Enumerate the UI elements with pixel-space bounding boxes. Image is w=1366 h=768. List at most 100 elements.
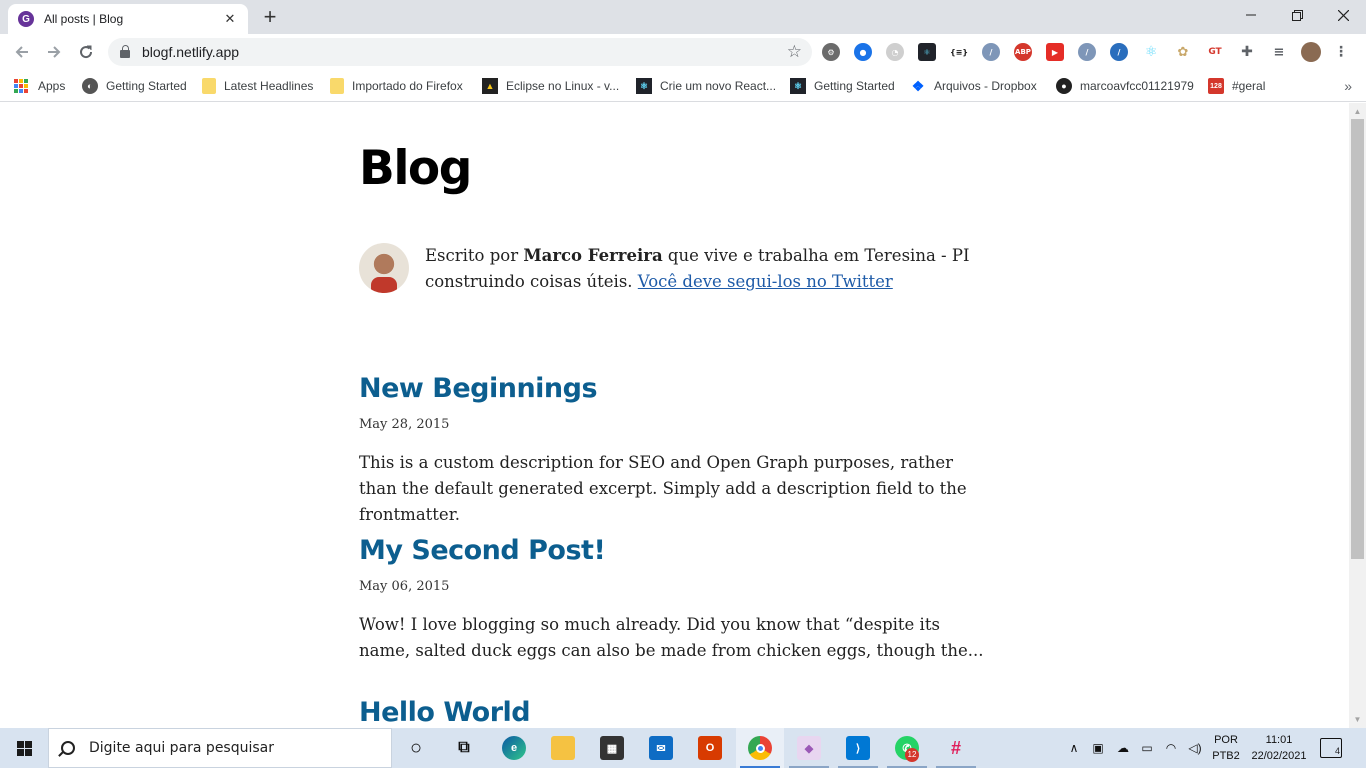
- edge-icon[interactable]: e: [502, 736, 526, 760]
- vscode-icon[interactable]: ⟩: [846, 736, 870, 760]
- author-bio: Escrito por Marco Ferreira que vive e tr…: [359, 243, 979, 295]
- office-icon[interactable]: O: [698, 736, 722, 760]
- react-icon[interactable]: ⚛: [1142, 43, 1160, 61]
- browser-tab-active[interactable]: G All posts | Blog ✕: [8, 4, 248, 34]
- author-name: Marco Ferreira: [523, 246, 663, 265]
- scroll-thumb[interactable]: [1351, 119, 1364, 559]
- app-icon[interactable]: ◆: [797, 736, 821, 760]
- address-bar[interactable]: blogf.netlify.app ☆: [108, 38, 812, 66]
- back-button[interactable]: [10, 40, 34, 64]
- meet-now-icon[interactable]: ▣: [1088, 728, 1108, 768]
- youtube-extension-icon[interactable]: ▶: [1046, 43, 1064, 61]
- post-item: Hello World: [359, 697, 989, 728]
- store-icon[interactable]: ▦: [600, 736, 624, 760]
- minimize-button[interactable]: [1228, 0, 1274, 30]
- menu-kebab-icon[interactable]: ⋮: [1332, 43, 1350, 61]
- language-code: POR: [1214, 734, 1238, 746]
- twitter-link[interactable]: Você deve segui-los no Twitter: [638, 272, 893, 291]
- task-view-icon[interactable]: ⧉: [452, 736, 476, 760]
- extension-icon[interactable]: /: [982, 43, 1000, 61]
- clock-extension-icon[interactable]: ◔: [886, 43, 904, 61]
- apps-grid-icon: [14, 79, 28, 93]
- arrow-left-icon: [15, 46, 28, 58]
- bookmark-getting-started[interactable]: ◐ Getting Started: [82, 76, 187, 96]
- mail-icon[interactable]: ✉: [649, 736, 673, 760]
- chrome-icon[interactable]: [748, 736, 772, 760]
- post-title-link[interactable]: Hello World: [359, 697, 989, 728]
- extension-icon[interactable]: ✿: [1174, 43, 1192, 61]
- adblock-plus-icon[interactable]: ABP: [1014, 43, 1032, 61]
- keyboard-layout: PTB2: [1212, 750, 1240, 762]
- react-devtools-icon[interactable]: ⚛: [918, 43, 936, 61]
- notification-center-icon[interactable]: 4: [1320, 738, 1342, 758]
- battery-icon[interactable]: ▭: [1136, 728, 1158, 768]
- input-language[interactable]: POR PTB2: [1208, 732, 1244, 764]
- chevron-right-icon[interactable]: »: [1344, 78, 1352, 94]
- calendar-icon: 128: [1208, 78, 1224, 94]
- slack-icon[interactable]: #: [944, 736, 968, 760]
- bookmark-crie-react[interactable]: ⚛ Crie um novo React...: [636, 76, 776, 96]
- post-title-link[interactable]: My Second Post!: [359, 535, 989, 566]
- cortana-icon[interactable]: ○: [404, 736, 428, 760]
- file-explorer-icon[interactable]: [551, 736, 575, 760]
- github-icon: ●: [1056, 78, 1072, 94]
- clock[interactable]: 11:01 22/02/2021: [1244, 732, 1314, 764]
- close-window-button[interactable]: [1320, 0, 1366, 30]
- settings-extension-icon[interactable]: ⚙: [822, 43, 840, 61]
- forward-button[interactable]: [42, 40, 66, 64]
- extension-icon[interactable]: /: [1110, 43, 1128, 61]
- chrome-center: [755, 743, 765, 753]
- json-viewer-icon[interactable]: {≡}: [950, 43, 968, 61]
- search-placeholder: Digite aqui para pesquisar: [89, 740, 275, 756]
- profile-avatar[interactable]: [1301, 42, 1321, 62]
- post-description: This is a custom description for SEO and…: [359, 453, 967, 524]
- extensions-puzzle-icon[interactable]: ✚: [1238, 43, 1256, 61]
- post-item: My Second Post! May 06, 2015 Wow! I love…: [359, 535, 989, 664]
- post-description: Wow! I love blogging so much already. Di…: [359, 615, 984, 660]
- bookmark-dropbox[interactable]: ❖ Arquivos - Dropbox: [910, 76, 1037, 96]
- post-date: May 28, 2015: [359, 417, 450, 432]
- volume-icon[interactable]: ◁): [1184, 728, 1206, 768]
- page-title: Blog: [359, 141, 472, 196]
- tab-title: All posts | Blog: [44, 12, 124, 26]
- media-control-icon[interactable]: ≡: [1270, 43, 1288, 61]
- post-title-link[interactable]: New Beginnings: [359, 373, 989, 404]
- bookmark-label: Arquivos - Dropbox: [934, 79, 1037, 93]
- restore-button[interactable]: [1274, 0, 1320, 30]
- page-viewport: Blog Escrito por Marco Ferreira que vive…: [0, 103, 1349, 728]
- bookmark-getting-started-react[interactable]: ⚛ Getting Started: [790, 76, 895, 96]
- post-item: New Beginnings May 28, 2015 This is a cu…: [359, 373, 989, 528]
- reload-button[interactable]: [74, 40, 98, 64]
- bookmark-eclipse-linux[interactable]: ▲ Eclipse no Linux - v...: [482, 76, 619, 96]
- clock-time: 11:01: [1265, 734, 1293, 746]
- bookmark-importado-firefox[interactable]: Importado do Firefox: [330, 76, 463, 96]
- folder-icon: [202, 78, 216, 94]
- wifi-icon[interactable]: ◠: [1160, 728, 1182, 768]
- page-scrollbar[interactable]: ▲ ▼: [1349, 103, 1366, 728]
- chevron-up-icon[interactable]: ∧: [1064, 728, 1084, 768]
- browser-toolbar: blogf.netlify.app ☆ ⚙ ● ◔ ⚛ {≡} / ABP ▶ …: [0, 34, 1366, 70]
- onedrive-icon[interactable]: ☁: [1112, 728, 1134, 768]
- extension-icon[interactable]: /: [1078, 43, 1096, 61]
- post-date: May 06, 2015: [359, 579, 450, 594]
- bookmark-latest-headlines[interactable]: Latest Headlines: [202, 76, 313, 96]
- new-tab-button[interactable]: +: [258, 6, 282, 30]
- extension-icon[interactable]: GT: [1206, 43, 1224, 61]
- scroll-down-icon[interactable]: ▼: [1353, 715, 1362, 724]
- avatar: [359, 243, 409, 293]
- globe-extension-icon[interactable]: ●: [854, 43, 872, 61]
- bookmarks-bar: Apps ◐ Getting Started Latest Headlines …: [0, 70, 1366, 102]
- taskbar-search[interactable]: Digite aqui para pesquisar: [48, 728, 392, 768]
- bookmark-label: Eclipse no Linux - v...: [506, 79, 620, 93]
- scroll-up-icon[interactable]: ▲: [1353, 107, 1362, 116]
- gatsby-favicon-icon: G: [18, 11, 34, 27]
- tab-close-icon[interactable]: ✕: [222, 11, 238, 27]
- folder-icon: [330, 78, 344, 94]
- reload-icon: [80, 45, 93, 59]
- bookmark-github[interactable]: ● marcoavfcc01121979: [1056, 76, 1194, 96]
- bookmark-star-icon[interactable]: ☆: [787, 42, 802, 62]
- bookmark-apps[interactable]: Apps: [14, 76, 65, 96]
- start-button[interactable]: [0, 728, 48, 768]
- bookmark-label: Apps: [38, 79, 66, 93]
- bookmark-slack-geral[interactable]: 128 #geral: [1208, 76, 1265, 96]
